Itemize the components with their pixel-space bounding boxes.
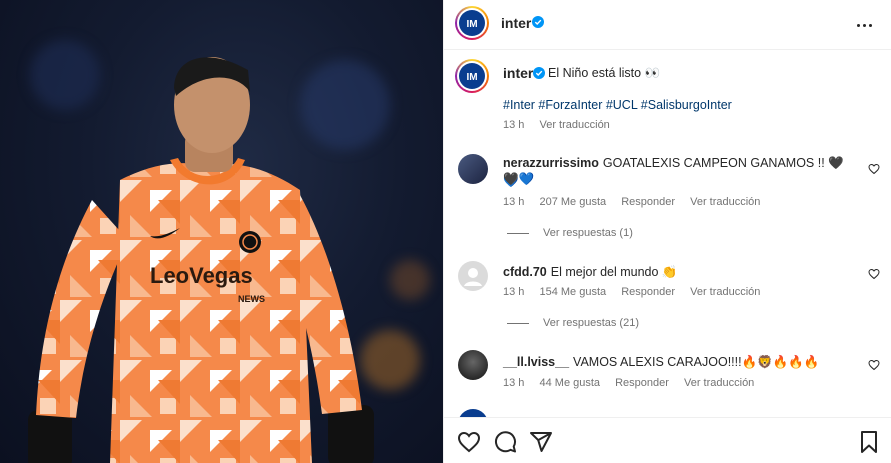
comment-icon[interactable]: [493, 430, 517, 454]
post-sidebar: IM inter IM inter El Niño está listo 👀 #…: [443, 0, 891, 463]
comment-text: VAMOS ALEXIS CARAJOO!!!!🔥🦁🔥🔥🔥: [573, 355, 820, 369]
svg-text:IM: IM: [466, 72, 477, 83]
player-illustration: LeoVegas NEWS: [28, 57, 374, 463]
reply-button[interactable]: Responder: [621, 286, 675, 298]
comment-username[interactable]: cfdd.70: [503, 265, 547, 279]
view-replies-label: Ver respuestas (1): [543, 227, 633, 239]
comment-time: 13 h: [503, 377, 525, 389]
caption-text: El Niño está listo 👀: [548, 66, 661, 80]
inter-logo-icon: IM: [466, 72, 477, 83]
view-replies-button[interactable]: Ver respuestas (1): [507, 227, 633, 239]
comments-area[interactable]: IM inter El Niño está listo 👀 #Inter #Fo…: [444, 51, 891, 417]
caption-translate[interactable]: Ver traducción: [539, 119, 609, 131]
comment-username[interactable]: nerazzurrissimo: [503, 156, 599, 170]
comment-meta: 13 h 207 Me gusta Responder Ver traducci…: [503, 196, 772, 208]
more-options-icon[interactable]: [852, 13, 876, 37]
bookmark-icon[interactable]: [857, 430, 881, 454]
caption-avatar[interactable]: IM: [455, 59, 489, 93]
shirt-sponsor-sub: NEWS: [238, 294, 265, 304]
shirt-sponsor: LeoVegas: [150, 263, 253, 288]
caption-hashtags[interactable]: #Inter #ForzaInter #UCL #SalisburgoInter: [503, 98, 732, 112]
svg-text:IM: IM: [466, 19, 477, 30]
comment-avatar[interactable]: [458, 350, 488, 380]
comment-time: 13 h: [503, 286, 525, 298]
comment-likes[interactable]: 154 Me gusta: [539, 286, 606, 298]
view-replies-button[interactable]: Ver respuestas (21): [507, 317, 639, 329]
reply-button[interactable]: Responder: [621, 196, 675, 208]
translate-button[interactable]: Ver traducción: [690, 196, 760, 208]
comment-text-continued: 🖤💙: [503, 172, 535, 186]
account-avatar[interactable]: IM: [455, 6, 489, 40]
comment-2: cfdd.70 El mejor del mundo 👏: [503, 263, 853, 281]
default-avatar-icon: [464, 268, 482, 286]
like-comment-heart-icon[interactable]: [868, 163, 880, 175]
comment-3: __ll.lviss__ VAMOS ALEXIS CARAJOO!!!!🔥🦁🔥🔥…: [503, 353, 863, 371]
caption-meta: 13 h Ver traducción: [503, 119, 622, 131]
comment-likes[interactable]: 44 Me gusta: [539, 377, 600, 389]
verified-icon: [533, 67, 545, 79]
inter-logo-icon: IM: [466, 19, 477, 30]
verified-icon: [532, 16, 544, 28]
comment-meta: 13 h 44 Me gusta Responder Ver traducció…: [503, 377, 766, 389]
comment-1: nerazzurrissimo GOATALEXIS CAMPEON GANAMO…: [503, 154, 853, 190]
caption-username[interactable]: inter: [503, 65, 533, 81]
comment-avatar[interactable]: [458, 409, 488, 417]
header-username[interactable]: inter: [501, 15, 531, 31]
post-header: IM inter: [444, 0, 891, 50]
comment-username[interactable]: __ll.lviss__: [503, 355, 569, 369]
comment-avatar[interactable]: [458, 154, 488, 184]
comment-meta: 13 h 154 Me gusta Responder Ver traducci…: [503, 286, 772, 298]
caption-time: 13 h: [503, 119, 525, 131]
reply-button[interactable]: Responder: [615, 377, 669, 389]
comment-text: El mejor del mundo 👏: [550, 265, 678, 279]
like-comment-heart-icon[interactable]: [868, 268, 880, 280]
comment-likes[interactable]: 207 Me gusta: [539, 196, 606, 208]
translate-button[interactable]: Ver traducción: [690, 286, 760, 298]
share-icon[interactable]: [529, 430, 553, 454]
action-bar: [444, 417, 891, 463]
comment-avatar[interactable]: [458, 261, 488, 291]
view-replies-label: Ver respuestas (21): [543, 317, 639, 329]
post-photo[interactable]: LeoVegas NEWS: [0, 0, 443, 463]
comment-time: 13 h: [503, 196, 525, 208]
like-comment-heart-icon[interactable]: [868, 359, 880, 371]
translate-button[interactable]: Ver traducción: [684, 377, 754, 389]
heart-icon[interactable]: [457, 430, 481, 454]
